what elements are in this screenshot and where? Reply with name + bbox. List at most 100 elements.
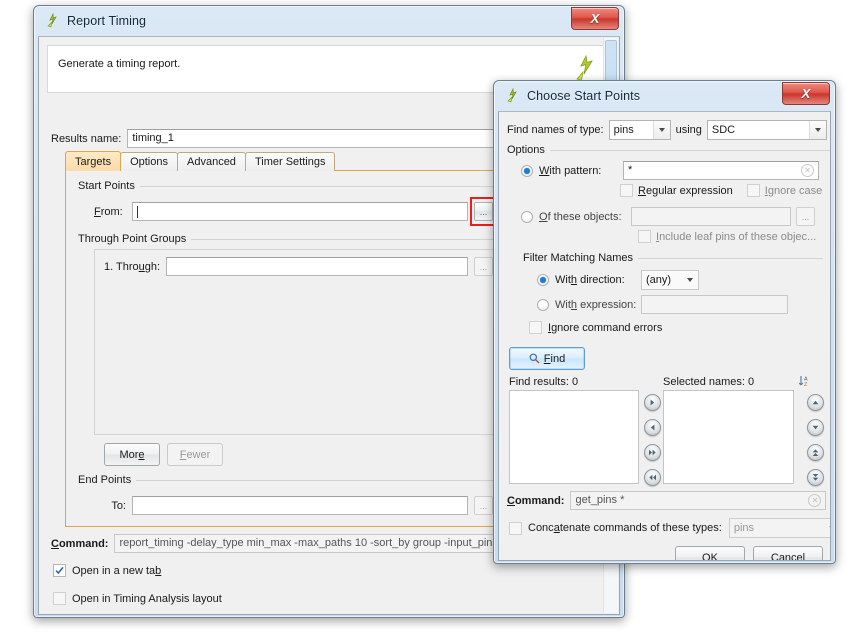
find-button[interactable]: Find xyxy=(509,347,585,370)
from-input[interactable] xyxy=(132,202,468,221)
open-timing-layout-checkbox[interactable] xyxy=(53,592,66,605)
move-left-button[interactable] xyxy=(644,419,661,436)
include-leaf-pins-row[interactable]: Include leaf pins of these objec... xyxy=(638,230,816,243)
to-browse-button[interactable]: ... xyxy=(474,496,493,515)
with-direction-radio[interactable] xyxy=(537,274,549,286)
svg-text:Z: Z xyxy=(804,382,808,388)
start-points-label: Start Points xyxy=(78,180,140,192)
move-all-right-button[interactable] xyxy=(644,444,661,461)
results-name-input[interactable]: timing_1 xyxy=(127,129,536,148)
through-input[interactable] xyxy=(166,257,468,276)
more-button[interactable]: More xyxy=(104,443,160,466)
using-combo[interactable]: SDC xyxy=(706,120,827,140)
sort-icon[interactable]: A Z xyxy=(798,374,812,388)
pattern-value: * xyxy=(628,164,633,176)
text-caret xyxy=(137,205,138,218)
with-pattern-row[interactable]: With pattern: * ✕ xyxy=(521,161,819,180)
open-new-tab-checkbox[interactable] xyxy=(53,564,66,577)
clear-icon[interactable]: ✕ xyxy=(801,164,814,177)
choose-close-button[interactable]: X xyxy=(782,82,830,105)
tab-options[interactable]: Options xyxy=(120,152,178,171)
double-arrow-down-icon xyxy=(812,474,819,481)
concatenate-checkbox[interactable] xyxy=(509,521,522,535)
of-these-objects-label: Of these objects: xyxy=(539,210,622,223)
clear-icon[interactable]: ✕ xyxy=(808,494,822,507)
direction-combo[interactable]: (any) xyxy=(641,270,699,290)
of-these-objects-radio[interactable] xyxy=(521,210,533,223)
report-timing-titlebar[interactable]: Report Timing X xyxy=(38,6,620,36)
open-timing-layout-row[interactable]: Open in Timing Analysis layout xyxy=(53,592,222,605)
choose-buttons: OK Cancel xyxy=(675,546,823,560)
tab-targets[interactable]: Targets xyxy=(65,151,122,171)
choose-ok-button[interactable]: OK xyxy=(675,546,745,560)
to-row: To: ... Transi xyxy=(94,496,531,515)
ignore-case-label: Ignore case xyxy=(764,184,823,197)
pattern-input[interactable]: * ✕ xyxy=(623,161,819,180)
selected-names-listbox[interactable] xyxy=(663,390,794,484)
find-results-listbox[interactable] xyxy=(509,390,639,484)
type-combo[interactable]: pins xyxy=(608,120,671,140)
include-leaf-pins-checkbox[interactable] xyxy=(638,230,651,243)
find-results-label: Find results: 0 xyxy=(509,376,579,388)
of-these-objects-browse-button[interactable]: ... xyxy=(796,207,815,226)
with-expression-radio[interactable] xyxy=(537,298,549,311)
choose-command-value: get_pins * xyxy=(575,494,625,506)
selected-names-label: Selected names: 0 xyxy=(663,376,755,388)
move-top-button[interactable] xyxy=(807,444,824,461)
arrow-right-icon xyxy=(650,399,655,406)
move-up-button[interactable] xyxy=(807,394,824,411)
open-new-tab-row[interactable]: Open in a new tab xyxy=(53,564,161,577)
tab-options-label: Options xyxy=(130,156,168,168)
with-pattern-label: With pattern: xyxy=(539,164,602,177)
through-label: 1. Through: xyxy=(104,260,161,273)
with-pattern-radio[interactable] xyxy=(521,164,533,177)
move-right-button[interactable] xyxy=(644,394,661,411)
chevron-down-icon xyxy=(808,121,826,139)
results-name-label: Results name: xyxy=(51,132,122,145)
options-divider xyxy=(549,149,830,151)
tab-timer-settings[interactable]: Timer Settings xyxy=(244,152,336,171)
report-command-label: Command: xyxy=(51,537,109,550)
arrow-up-icon xyxy=(812,400,819,405)
report-timing-title: Report Timing xyxy=(67,14,147,28)
move-all-left-button[interactable] xyxy=(644,469,661,486)
vendor-logo-icon xyxy=(576,55,593,81)
move-down-button[interactable] xyxy=(807,419,824,436)
move-bottom-button[interactable] xyxy=(807,469,824,486)
ignore-case-checkbox[interactable] xyxy=(746,184,760,197)
options-group-label: Options xyxy=(507,144,550,156)
checkmark-icon xyxy=(55,566,64,575)
with-direction-row[interactable]: With direction: (any) xyxy=(537,270,699,290)
with-expression-row[interactable]: With expression: xyxy=(537,295,788,314)
find-names-row: Find names of type: pins using SDC ma... xyxy=(507,120,830,140)
double-arrow-right-icon xyxy=(649,449,656,456)
arrow-left-icon xyxy=(650,424,655,431)
tab-advanced[interactable]: Advanced xyxy=(177,152,246,171)
ignore-errors-row[interactable]: Ignore command errors xyxy=(529,321,662,334)
concatenate-row[interactable]: Concatenate commands of these types: pin… xyxy=(509,518,830,538)
concatenate-type-combo[interactable]: pins xyxy=(728,518,830,538)
from-label: From: xyxy=(94,205,123,218)
search-icon xyxy=(529,353,540,364)
targets-tabstrip: Targets Options Advanced Timer Settings xyxy=(65,151,336,171)
description-text: Generate a timing report. xyxy=(58,58,181,70)
concatenate-type-value: pins xyxy=(733,522,755,534)
choose-start-points-title: Choose Start Points xyxy=(527,89,641,103)
through-browse-button[interactable]: ... xyxy=(474,257,493,276)
expression-input[interactable] xyxy=(641,295,788,314)
find-names-label: Find names of type: xyxy=(507,124,604,136)
choose-cancel-button[interactable]: Cancel xyxy=(753,546,823,560)
chevron-down-icon xyxy=(682,271,698,289)
of-these-objects-input[interactable] xyxy=(631,207,791,226)
to-input[interactable] xyxy=(132,496,468,515)
choose-start-points-dialog: Choose Start Points X Find names of type… xyxy=(493,80,836,564)
results-name-row: Results name: timing_1 xyxy=(51,129,536,148)
of-these-objects-row[interactable]: Of these objects: ... xyxy=(521,207,815,226)
tab-targets-label: Targets xyxy=(75,155,112,168)
choose-start-points-titlebar[interactable]: Choose Start Points X xyxy=(498,81,831,111)
ignore-errors-checkbox[interactable] xyxy=(529,321,542,334)
report-timing-close-button[interactable]: X xyxy=(571,7,619,30)
double-arrow-up-icon xyxy=(812,449,819,456)
regular-expression-checkbox[interactable] xyxy=(620,184,633,197)
choose-command-input[interactable]: get_pins * ✕ xyxy=(570,491,827,510)
